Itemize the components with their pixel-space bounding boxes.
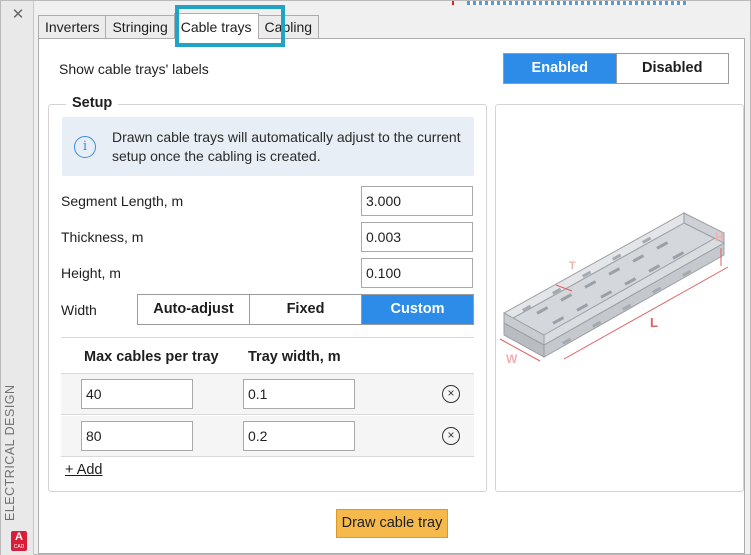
draw-cable-tray-button[interactable]: Draw cable tray bbox=[336, 509, 448, 538]
table-row: × bbox=[61, 374, 474, 415]
tray-width-input[interactable] bbox=[243, 379, 355, 409]
cable-trays-panel: Show cable trays' labels Enabled Disable… bbox=[38, 38, 745, 554]
remove-row-icon[interactable]: × bbox=[442, 385, 460, 403]
tab-inverters[interactable]: Inverters bbox=[38, 15, 107, 39]
app-logo-icon: A CAD bbox=[11, 531, 27, 551]
app-logo-letter: A bbox=[15, 531, 23, 543]
tab-cabling[interactable]: Cabling bbox=[257, 15, 320, 39]
background-canvas-fragment bbox=[452, 1, 454, 5]
width-auto-adjust-button[interactable]: Auto-adjust bbox=[138, 295, 249, 324]
length-dim-label: L bbox=[650, 315, 658, 330]
cable-tray-diagram: L W H T bbox=[499, 212, 729, 366]
remove-row-icon[interactable]: × bbox=[442, 427, 460, 445]
dialog-window: ✕ ELECTRICAL DESIGN A CAD Inverters Strin… bbox=[0, 0, 751, 555]
thickness-dim-label: T bbox=[569, 260, 576, 272]
width-custom-button[interactable]: Custom bbox=[361, 295, 473, 324]
tab-stringing[interactable]: Stringing bbox=[105, 15, 175, 39]
segment-length-input[interactable] bbox=[361, 186, 473, 216]
add-row-link[interactable]: + Add bbox=[65, 462, 103, 478]
side-strip: ✕ ELECTRICAL DESIGN A CAD bbox=[1, 1, 34, 555]
enabled-button[interactable]: Enabled bbox=[504, 54, 616, 83]
info-box: i Drawn cable trays will automatically a… bbox=[62, 117, 474, 176]
tab-bar: Inverters Stringing Cable trays Cabling bbox=[38, 13, 320, 39]
width-fixed-button[interactable]: Fixed bbox=[249, 295, 361, 324]
show-labels-label: Show cable trays' labels bbox=[59, 61, 209, 77]
app-logo-sub: CAD bbox=[13, 544, 25, 550]
disabled-button[interactable]: Disabled bbox=[615, 54, 728, 83]
close-icon[interactable]: ✕ bbox=[10, 7, 26, 23]
height-label: Height, m bbox=[61, 265, 121, 281]
setup-group: Setup i Drawn cable trays will automatic… bbox=[48, 95, 487, 492]
info-text: Drawn cable trays will automatically adj… bbox=[112, 129, 461, 164]
tray-width-input[interactable] bbox=[243, 421, 355, 451]
max-cables-input[interactable] bbox=[81, 379, 193, 409]
segment-length-label: Segment Length, m bbox=[61, 193, 184, 209]
cable-tray-illustration: L W H T bbox=[495, 104, 744, 492]
height-dim-label: H bbox=[715, 230, 724, 244]
tray-width-header: Tray width, m bbox=[248, 349, 341, 365]
thickness-input[interactable] bbox=[361, 222, 473, 252]
labels-toggle: Enabled Disabled bbox=[503, 53, 729, 84]
thickness-label: Thickness, m bbox=[61, 229, 144, 245]
table-row: × bbox=[61, 416, 474, 457]
height-input[interactable] bbox=[361, 258, 473, 288]
max-cables-header: Max cables per tray bbox=[84, 349, 219, 365]
background-canvas-fragment bbox=[467, 1, 687, 5]
setup-title: Setup bbox=[66, 95, 119, 111]
tab-cable-trays[interactable]: Cable trays bbox=[173, 13, 259, 39]
width-label: Width bbox=[61, 302, 97, 318]
width-mode-selector: Auto-adjust Fixed Custom bbox=[137, 294, 474, 325]
max-cables-input[interactable] bbox=[81, 421, 193, 451]
divider bbox=[61, 337, 474, 338]
side-title: ELECTRICAL DESIGN bbox=[3, 384, 17, 521]
info-icon: i bbox=[74, 136, 96, 158]
width-dim-label: W bbox=[506, 352, 518, 366]
